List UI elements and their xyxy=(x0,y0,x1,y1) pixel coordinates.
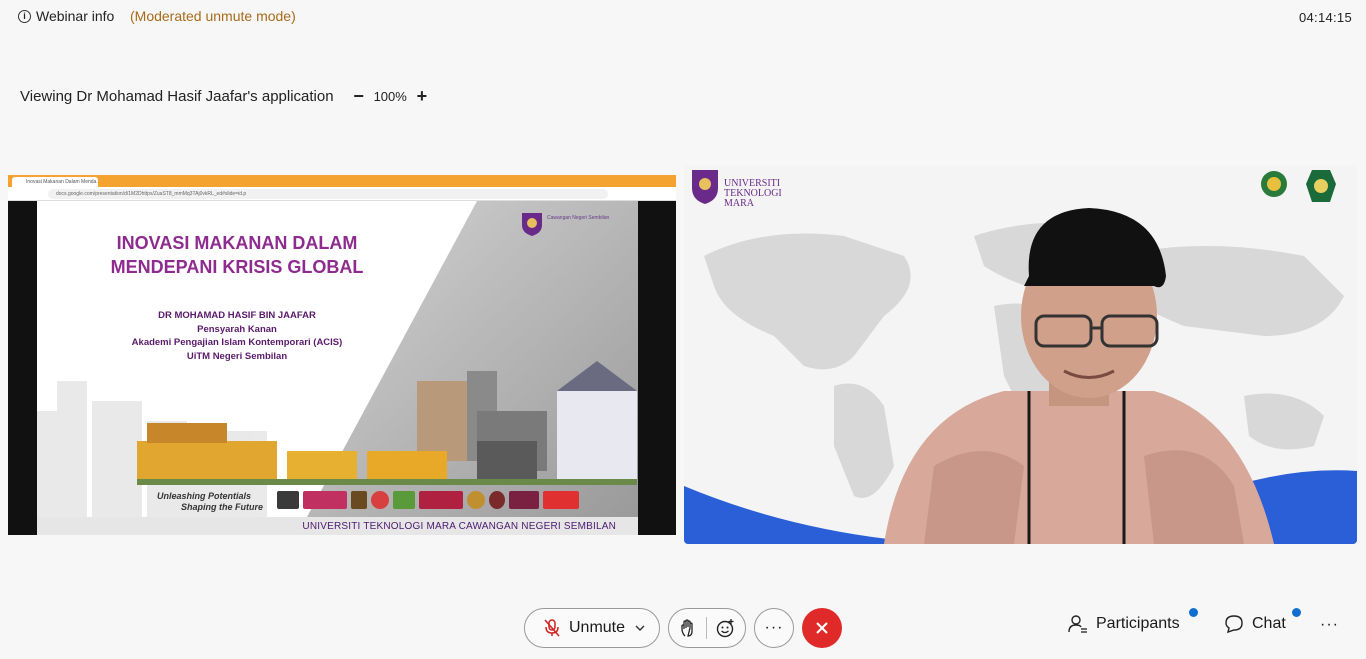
presenter-role: Pensyarah Kanan xyxy=(197,323,277,335)
slide-title-line-2: MENDEPANI KRISIS GLOBAL xyxy=(110,257,364,277)
partner-logo-icon xyxy=(277,491,299,509)
raise-hand-icon[interactable] xyxy=(679,618,699,638)
presenter-video[interactable]: UNIVERSITI TEKNOLOGI MARA xyxy=(684,166,1357,544)
presenter-dept: Akademi Pengajian Islam Kontemporari (AC… xyxy=(131,337,343,348)
slide-title-line-1: INOVASI MAKANAN DALAM xyxy=(116,233,358,253)
chat-label: Chat xyxy=(1252,615,1286,632)
webinar-info-label: Webinar info xyxy=(36,8,115,24)
divider xyxy=(706,617,708,639)
presenter-campus: UiTM Negeri Sembilan xyxy=(186,350,288,362)
slide-slogan: Unleashing Potentials Shaping the Future xyxy=(157,491,263,513)
partner-logo-strip xyxy=(277,489,637,511)
uitm-badge-text: Cawangan Negeri Sembilan xyxy=(547,215,610,221)
chevron-down-icon[interactable] xyxy=(635,625,645,631)
chat-notification-dot xyxy=(1292,608,1301,617)
unmute-label: Unmute xyxy=(569,619,626,636)
microphone-muted-icon xyxy=(544,619,560,637)
presenter-name: DR MOHAMAD HASIF BIN JAAFAR xyxy=(158,310,316,321)
unmute-mode-label: (Moderated unmute mode) xyxy=(130,8,296,24)
more-options-button[interactable]: ··· xyxy=(754,608,794,648)
uitm-logo-icon xyxy=(522,213,542,236)
browser-address-bar: docs.google.com/presentation/d/1M2Dhttps… xyxy=(8,187,676,201)
info-icon: i xyxy=(18,9,31,23)
partner-logo-icon xyxy=(393,491,415,509)
slide-footer-bar: UNIVERSITI TEKNOLOGI MARA CAWANGAN NEGER… xyxy=(37,517,638,535)
participants-label: Participants xyxy=(1096,615,1180,632)
chat-button[interactable]: Chat xyxy=(1224,614,1286,634)
leave-meeting-button[interactable] xyxy=(802,608,842,648)
partner-logo-icon xyxy=(543,491,579,509)
meeting-controls: Unmute ··· Participants Chat ··· xyxy=(0,606,1366,650)
participants-notification-dot xyxy=(1189,608,1198,617)
zoom-level: 100% xyxy=(373,88,407,104)
viewing-bar: Viewing Dr Mohamad Hasif Jaafar's applic… xyxy=(20,87,433,105)
partner-logo-icon xyxy=(371,491,389,509)
logo-line-3: MARA xyxy=(724,198,755,209)
partner-logo-icon xyxy=(419,491,463,509)
slogan-line-2: Shaping the Future xyxy=(181,502,263,512)
browser-url: docs.google.com/presentation/d/1M2Dhttps… xyxy=(48,189,608,199)
participants-button[interactable]: Participants xyxy=(1068,614,1180,634)
participants-icon xyxy=(1068,615,1087,633)
reaction-emoji-icon[interactable] xyxy=(715,618,735,638)
video-frame-art: UNIVERSITI TEKNOLOGI MARA xyxy=(684,166,1357,544)
reaction-button-group xyxy=(668,608,746,648)
browser-tab-bar: Inovasi Makanan Dalam Menda... xyxy=(8,175,676,187)
top-bar: i Webinar info (Moderated unmute mode) 0… xyxy=(0,0,1366,34)
browser-tab: Inovasi Makanan Dalam Menda... xyxy=(12,177,98,187)
chat-icon xyxy=(1225,615,1243,634)
meeting-timer: 04:14:15 xyxy=(1298,10,1352,25)
partner-logo-icon xyxy=(467,491,485,509)
partner-logo-icon xyxy=(351,491,367,509)
slide-title: INOVASI MAKANAN DALAM MENDEPANI KRISIS G… xyxy=(77,231,397,279)
zoom-out-button[interactable]: − xyxy=(348,87,370,105)
slide-presenter-info: DR MOHAMAD HASIF BIN JAAFAR Pensyarah Ka… xyxy=(97,309,377,363)
webinar-info-button[interactable]: i Webinar info xyxy=(18,8,114,24)
shared-screen[interactable]: Inovasi Makanan Dalam Menda... docs.goog… xyxy=(8,175,676,535)
partner-logo-icon xyxy=(303,491,347,509)
zoom-in-button[interactable]: + xyxy=(411,87,433,105)
unmute-button[interactable]: Unmute xyxy=(524,608,660,648)
viewing-text: Viewing Dr Mohamad Hasif Jaafar's applic… xyxy=(20,87,334,105)
overflow-menu-button[interactable]: ··· xyxy=(1320,616,1339,634)
partner-logo-icon xyxy=(509,491,539,509)
partner-logo-icon xyxy=(489,491,505,509)
slide-footer-text: UNIVERSITI TEKNOLOGI MARA CAWANGAN NEGER… xyxy=(302,521,616,532)
slogan-line-1: Unleashing Potentials xyxy=(157,491,252,501)
close-icon xyxy=(816,622,828,634)
presentation-slide: Cawangan Negeri Sembilan INOVASI MAKANAN… xyxy=(37,201,638,535)
